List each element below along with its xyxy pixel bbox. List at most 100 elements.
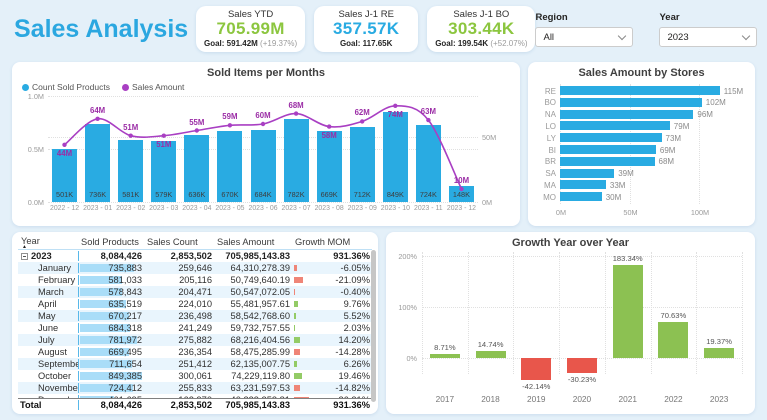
- table-row-january[interactable]: January735,883259,64664,310,278.39-6.05%: [18, 262, 372, 274]
- line-value-label: 58M: [316, 131, 342, 140]
- x-axis-label: 2023 - 05: [213, 205, 246, 212]
- growth-yoy-chart: 8.71%14.74%-42.14%-30.23%183.34%70.63%19…: [394, 252, 747, 408]
- store-bar-MA[interactable]: [560, 180, 606, 189]
- table-scrollbar[interactable]: [371, 250, 376, 402]
- y-axis-label: 0.0M: [20, 198, 44, 207]
- table-row-june[interactable]: June684,318241,24959,732,757.552.03%: [18, 322, 372, 334]
- column-header-sold-products[interactable]: Sold Products: [78, 237, 144, 247]
- growth-value-label: 14.74%: [469, 340, 513, 349]
- sales-count-cell: 300,061: [144, 371, 214, 381]
- table-row-april[interactable]: April635,519224,01055,481,957.619.76%: [18, 298, 372, 310]
- year-dropdown[interactable]: 2023: [659, 27, 757, 47]
- table-row-february[interactable]: February581,033205,11650,749,640.19-21.0…: [18, 274, 372, 286]
- sales-count-cell: 259,646: [144, 263, 214, 273]
- sold-products-cell: 849,385: [78, 371, 144, 381]
- kpi-value: 303.44K: [435, 20, 527, 39]
- store-bar-LO[interactable]: [560, 121, 670, 130]
- total-value-cell: 931.36%: [292, 400, 372, 410]
- growth-value-label: 8.71%: [423, 343, 467, 352]
- column-header-year[interactable]: Year▲: [18, 236, 78, 249]
- store-value-label: 102M: [706, 98, 726, 107]
- table-row-november[interactable]: November724,412255,83363,231,597.53-14.8…: [18, 382, 372, 394]
- growth-bar-2021[interactable]: [613, 265, 643, 359]
- chevron-down-icon: [618, 31, 626, 39]
- store-bar-LY[interactable]: [560, 133, 662, 142]
- column-header-sales-amount[interactable]: Sales Amount: [214, 237, 292, 247]
- line-value-label: 68M: [283, 101, 309, 110]
- legend-label: Sales Amount: [132, 82, 184, 92]
- sales-count-cell: 241,249: [144, 323, 214, 333]
- legend-item-count-sold-products[interactable]: Count Sold Products: [22, 82, 110, 92]
- sales-dashboard: Sales Analysis Sales YTD 705.99M Goal: 5…: [0, 0, 767, 420]
- chart-title: Growth Year over Year: [394, 237, 747, 250]
- growth-bar-2022[interactable]: [658, 322, 688, 358]
- table-row-december[interactable]: December461,695162,97040,333,253.81-36.2…: [18, 394, 372, 398]
- growth-bar-2020[interactable]: [567, 358, 597, 373]
- x-axis-label: 2020: [559, 394, 605, 404]
- x-axis-label: 2023 - 02: [114, 205, 147, 212]
- table-row-september[interactable]: September711,654251,41262,135,007.756.26…: [18, 358, 372, 370]
- store-label: SA: [536, 169, 556, 178]
- store-label: BR: [536, 157, 556, 166]
- store-bar-RE[interactable]: [560, 86, 720, 95]
- region-slicer-label: Region: [535, 12, 633, 23]
- month-cell: February: [18, 275, 78, 285]
- region-dropdown[interactable]: All: [535, 27, 633, 47]
- store-bar-MO[interactable]: [560, 192, 602, 201]
- collapse-icon[interactable]: [21, 253, 28, 260]
- x-axis-label: 2023 - 10: [379, 205, 412, 212]
- sales-count-cell: 275,882: [144, 335, 214, 345]
- table-row-2023[interactable]: 20238,084,4262,853,502705,985,143.83931.…: [18, 250, 372, 262]
- chart-title: Sales Amount by Stores: [536, 67, 747, 80]
- store-bar-BO[interactable]: [560, 98, 702, 107]
- table-row-may[interactable]: May670,217236,49858,542,768.605.52%: [18, 310, 372, 322]
- store-bar-SA[interactable]: [560, 169, 614, 178]
- total-value-cell: 8,084,426: [78, 400, 144, 410]
- gridline: [422, 252, 423, 374]
- store-label: LY: [536, 134, 556, 143]
- sold-items-chart-panel: Sold Items per Months Count Sold Product…: [12, 62, 520, 226]
- group-growth-cell: 931.36%: [292, 251, 372, 261]
- store-value-label: 73M: [666, 134, 682, 143]
- month-cell: March: [18, 287, 78, 297]
- store-label: BO: [536, 98, 556, 107]
- kpi-goal: Goal: 117.65K: [322, 39, 410, 48]
- sales-amount-cell: 40,333,253.81: [214, 395, 292, 398]
- column-header-growth-mom[interactable]: Growth MOM: [292, 237, 372, 247]
- line-value-label: 44M: [52, 149, 78, 158]
- page-title: Sales Analysis: [14, 15, 182, 44]
- growth-data-bar: [294, 397, 309, 398]
- legend-item-sales-amount[interactable]: Sales Amount: [122, 82, 184, 92]
- stores-chart-panel: Sales Amount by Stores 0M50M100MRE115MBO…: [528, 62, 755, 226]
- growth-bar-2018[interactable]: [476, 351, 506, 359]
- sold-products-cell: 669,495: [78, 347, 144, 357]
- month-cell: May: [18, 311, 78, 321]
- gridline: [422, 307, 742, 308]
- x-axis-label: 2023: [696, 394, 742, 404]
- growth-chart-panel: Growth Year over Year 8.71%14.74%-42.14%…: [386, 232, 755, 414]
- growth-mom-cell: 9.76%: [292, 299, 372, 309]
- gridline: [48, 202, 478, 203]
- kpi-card-sales-j1-re: Sales J-1 RE 357.57K Goal: 117.65K: [314, 6, 418, 52]
- column-header-sales-count[interactable]: Sales Count: [144, 237, 214, 247]
- growth-bar-2017[interactable]: [430, 354, 460, 358]
- table-row-march[interactable]: March578,843204,47150,547,072.05-0.40%: [18, 286, 372, 298]
- table-row-july[interactable]: July781,972275,88268,216,404.5614.20%: [18, 334, 372, 346]
- sold-products-cell: 670,217: [78, 311, 144, 321]
- table-row-august[interactable]: August669,495236,35458,475,285.99-14.28%: [18, 346, 372, 358]
- x-axis-label: 2023 - 09: [346, 205, 379, 212]
- group-amount-cell: 705,985,143.83: [214, 251, 292, 261]
- growth-bar-2023[interactable]: [704, 348, 734, 358]
- table-row-october[interactable]: October849,385300,06174,229,119.8019.46%: [18, 370, 372, 382]
- gridline: [513, 252, 514, 374]
- store-label: LO: [536, 122, 556, 131]
- x-axis-label: 2019: [513, 394, 559, 404]
- sales-count-cell: 251,412: [144, 359, 214, 369]
- store-bar-NA[interactable]: [560, 110, 693, 119]
- year-group-cell[interactable]: 2023: [18, 251, 78, 261]
- growth-bar-2019[interactable]: [521, 358, 551, 380]
- kpi-value: 357.57K: [322, 20, 410, 39]
- store-bar-BR[interactable]: [560, 157, 655, 166]
- store-value-label: 69M: [660, 146, 676, 155]
- store-bar-BI[interactable]: [560, 145, 656, 154]
